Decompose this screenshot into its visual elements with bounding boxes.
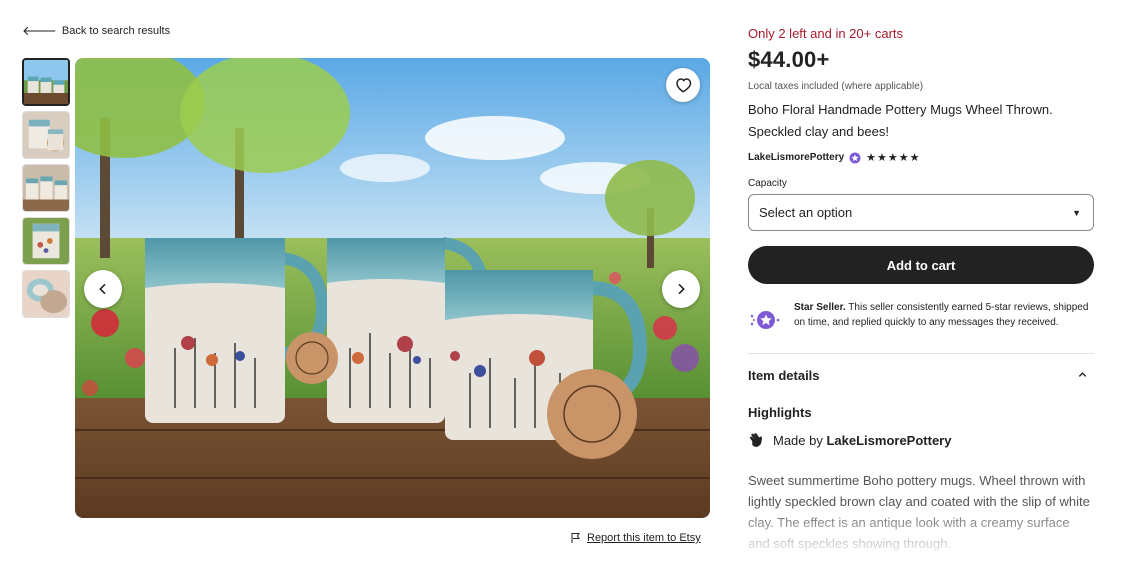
report-item-label: Report this item to Etsy	[587, 532, 701, 544]
favorite-button[interactable]	[666, 68, 700, 102]
shop-name-link[interactable]: LakeLismorePottery	[748, 152, 844, 163]
capacity-select-value: Select an option	[759, 205, 853, 220]
star-seller-text: Star Seller. This seller consistently ea…	[794, 300, 1094, 337]
chevron-left-icon	[99, 283, 106, 295]
shop-row: LakeLismorePottery ★★★★★	[748, 151, 1094, 164]
chevron-up-icon	[1077, 369, 1094, 383]
item-details-heading: Item details	[748, 368, 820, 383]
description-fade	[748, 506, 1094, 554]
thumbnail-strip	[22, 58, 70, 323]
chevron-right-icon	[678, 283, 685, 295]
item-description: Sweet summertime Boho pottery mugs. Whee…	[748, 470, 1094, 554]
thumbnail-4[interactable]	[22, 217, 70, 265]
star-seller-info: Star Seller. This seller consistently ea…	[748, 300, 1094, 337]
made-by-shop: LakeLismorePottery	[826, 433, 952, 448]
thumbnail-1[interactable]	[22, 58, 70, 106]
item-details-toggle[interactable]: Item details	[748, 368, 1094, 383]
thumbnail-3[interactable]	[22, 164, 70, 212]
star-seller-title: Star Seller.	[794, 302, 846, 313]
price: $44.00+	[748, 47, 830, 72]
highlights-heading: Highlights	[748, 405, 812, 420]
next-image-button[interactable]	[662, 270, 700, 308]
main-product-image	[75, 58, 710, 518]
listing-info-panel: Only 2 left and in 20+ carts $44.00+ Loc…	[748, 25, 1094, 554]
rating-stars[interactable]: ★★★★★	[866, 151, 920, 164]
made-by-prefix: Made by	[773, 433, 827, 448]
thumbnail-5[interactable]	[22, 270, 70, 318]
back-arrow-icon: 🡐	[22, 23, 57, 38]
previous-image-button[interactable]	[84, 270, 122, 308]
star-seller-badge-icon	[748, 300, 782, 337]
made-by-row: Made by LakeLismorePottery	[748, 432, 1094, 449]
capacity-select[interactable]: Select an option ▼	[748, 194, 1094, 231]
dropdown-caret-icon: ▼	[1072, 207, 1081, 218]
stock-notice: Only 2 left and in 20+ carts	[748, 26, 904, 41]
hand-wave-icon	[749, 433, 762, 447]
listing-title: Boho Floral Handmade Pottery Mugs Wheel …	[748, 102, 1053, 139]
flag-icon	[571, 533, 580, 543]
add-to-cart-button[interactable]: Add to cart	[748, 246, 1094, 284]
tax-note: Local taxes included (where applicable)	[748, 81, 924, 92]
pottery-mugs-photo	[75, 58, 710, 518]
report-item-link[interactable]: Report this item to Etsy	[570, 532, 701, 544]
back-to-search-link[interactable]: 🡐 Back to search results	[22, 24, 170, 37]
divider	[748, 353, 1094, 354]
thumbnail-2[interactable]	[22, 111, 70, 159]
heart-icon	[676, 78, 692, 93]
back-link-label: Back to search results	[61, 24, 171, 37]
star-seller-small-icon	[849, 152, 861, 163]
capacity-label: Capacity	[748, 178, 787, 189]
